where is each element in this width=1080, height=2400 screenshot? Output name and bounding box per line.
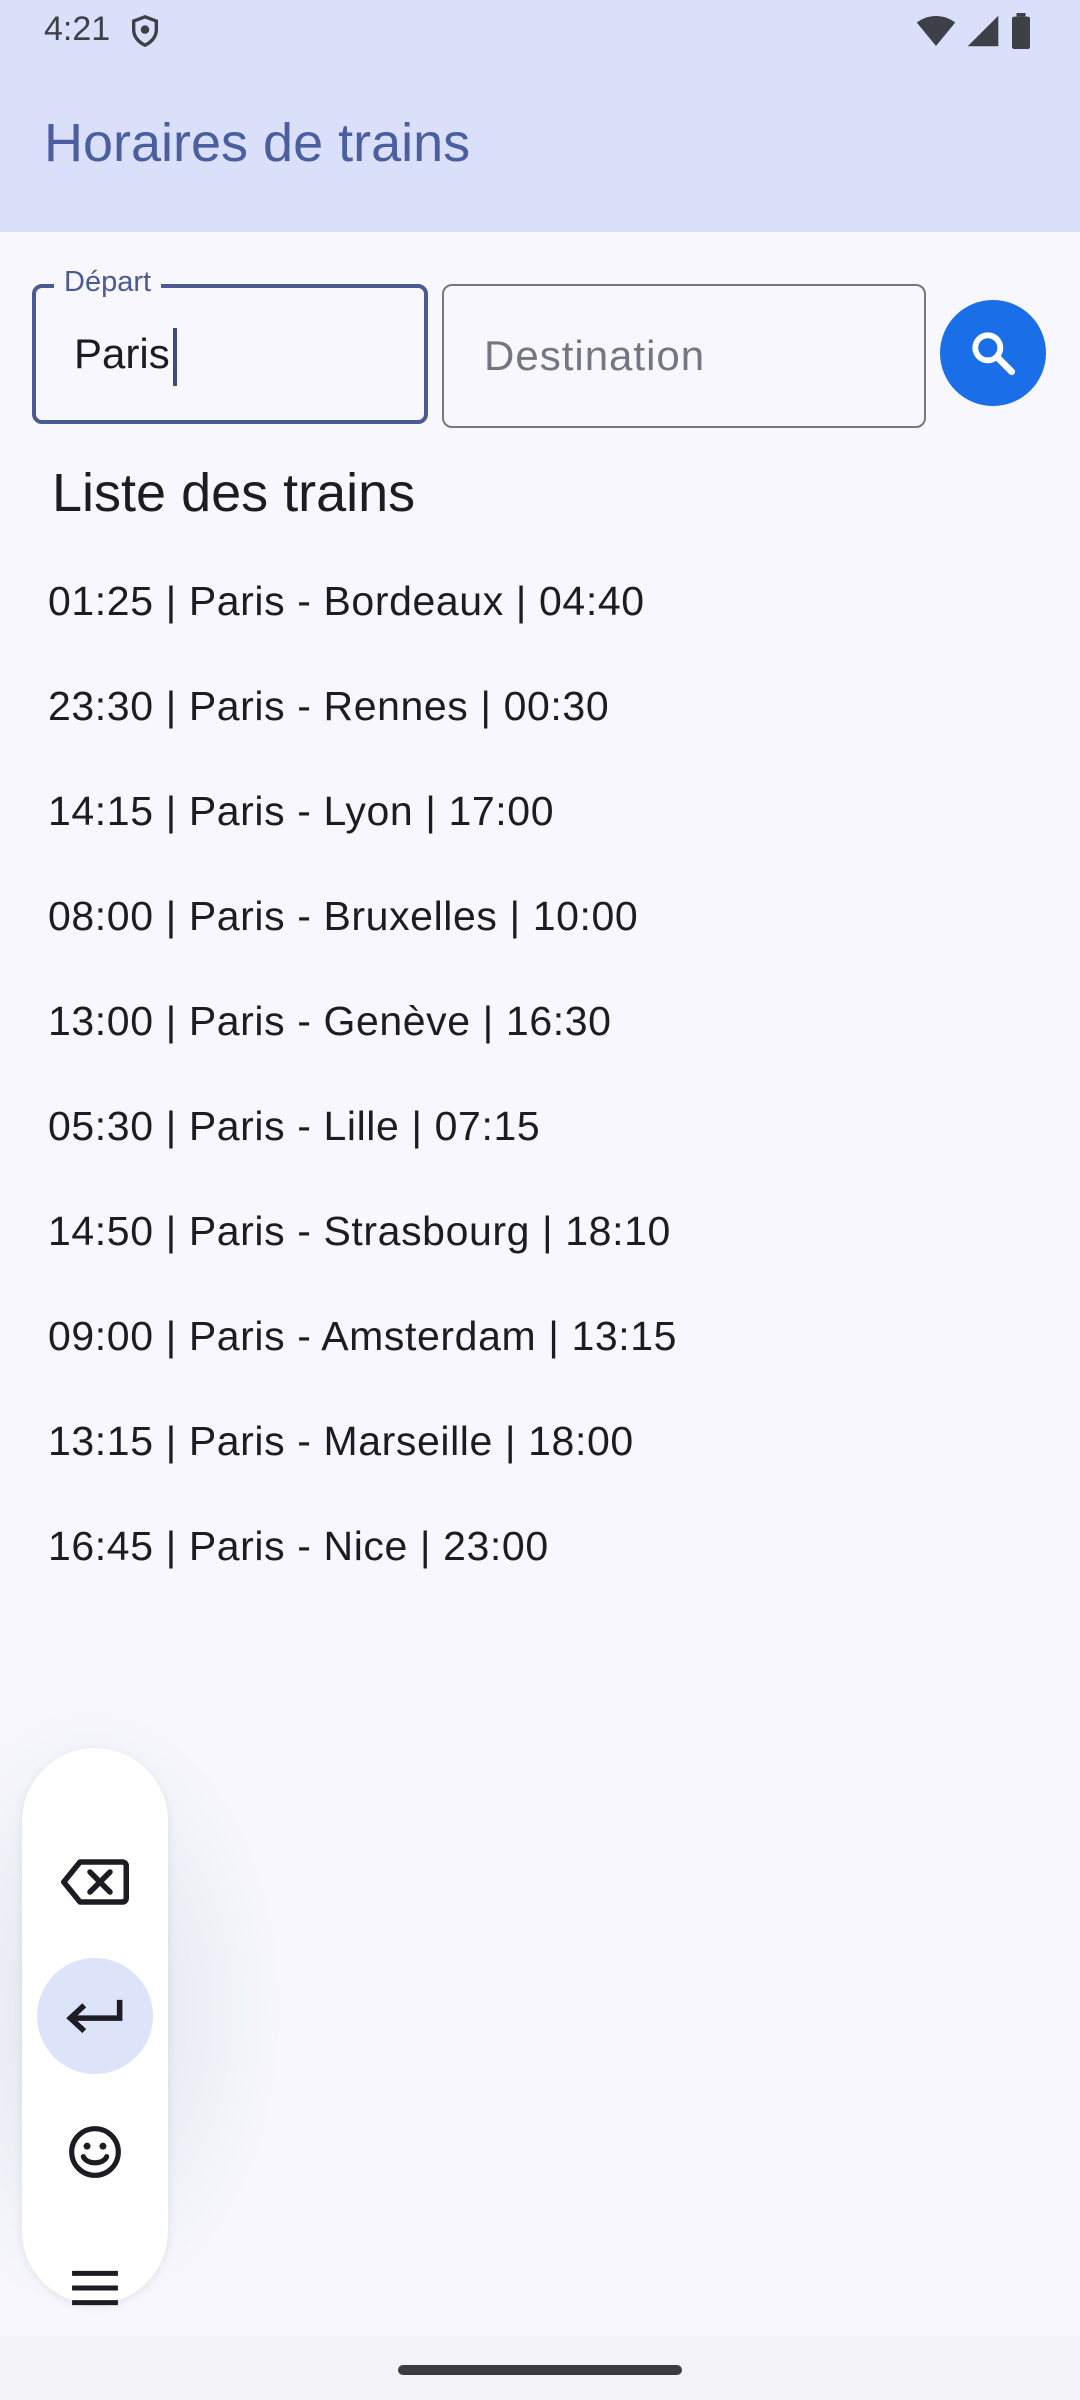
wifi-icon xyxy=(916,16,956,46)
train-item[interactable]: 13:15 | Paris - Marseille | 18:00 xyxy=(48,1418,677,1523)
train-item[interactable]: 23:30 | Paris - Rennes | 00:30 xyxy=(48,683,677,788)
battery-icon xyxy=(1012,13,1030,49)
backspace-button[interactable] xyxy=(37,1824,153,1940)
train-item[interactable]: 09:00 | Paris - Amsterdam | 13:15 xyxy=(48,1313,677,1418)
emoji-button[interactable] xyxy=(37,2094,153,2210)
train-item[interactable]: 13:00 | Paris - Genève | 16:30 xyxy=(48,998,677,1103)
backspace-icon xyxy=(61,1859,129,1905)
keyboard-tools xyxy=(22,1748,168,2306)
status-time: 4:21 xyxy=(44,10,111,48)
train-item[interactable]: 16:45 | Paris - Nice | 23:00 xyxy=(48,1523,677,1628)
signal-icon xyxy=(967,15,999,47)
status-bar: 4:21 xyxy=(0,0,1080,62)
menu-button[interactable] xyxy=(37,2230,153,2346)
screen: 4:21 Horaires de trains Départ Paris Des… xyxy=(0,0,1080,2400)
train-item[interactable]: 14:15 | Paris - Lyon | 17:00 xyxy=(48,788,677,893)
train-item[interactable]: 14:50 | Paris - Strasbourg | 18:10 xyxy=(48,1208,677,1313)
destination-field[interactable] xyxy=(442,284,926,428)
enter-button[interactable] xyxy=(37,1958,153,2074)
train-item[interactable]: 05:30 | Paris - Lille | 07:15 xyxy=(48,1103,677,1208)
search-icon xyxy=(972,332,1016,376)
shield-icon xyxy=(131,15,159,48)
app-bar: Horaires de trains xyxy=(0,62,1080,232)
emoji-icon xyxy=(69,2126,121,2178)
enter-icon xyxy=(66,1999,123,2034)
depart-field[interactable]: Départ Paris xyxy=(32,266,428,424)
home-indicator[interactable] xyxy=(398,2365,682,2375)
search-button[interactable] xyxy=(940,300,1046,406)
train-list: 01:25 | Paris - Bordeaux | 04:40 23:30 |… xyxy=(48,578,677,1628)
text-cursor xyxy=(173,328,177,386)
app-title: Horaires de trains xyxy=(44,113,471,173)
train-item[interactable]: 01:25 | Paris - Bordeaux | 04:40 xyxy=(48,578,677,683)
list-title: Liste des trains xyxy=(52,463,416,523)
depart-field-value[interactable]: Paris xyxy=(74,330,170,378)
menu-icon xyxy=(72,2270,118,2306)
depart-field-label: Départ xyxy=(54,266,162,299)
train-item[interactable]: 08:00 | Paris - Bruxelles | 10:00 xyxy=(48,893,677,998)
